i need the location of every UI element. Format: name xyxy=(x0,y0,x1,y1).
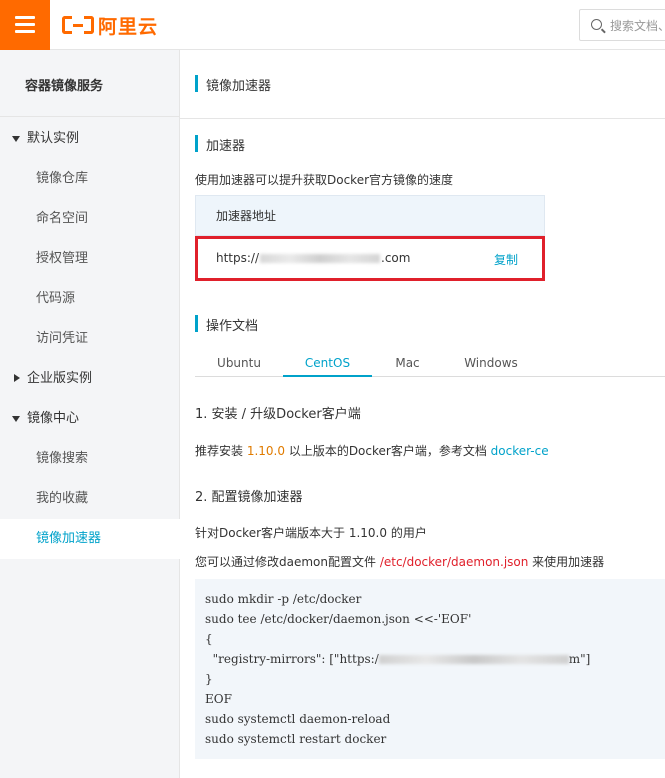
logo-text: 阿里云 xyxy=(98,15,159,38)
docker-ce-link[interactable]: docker-ce xyxy=(491,444,549,458)
code-line: sudo mkdir -p /etc/docker xyxy=(205,592,362,606)
caret-right-icon xyxy=(14,374,20,382)
sidebar-item-authorization[interactable]: 授权管理 xyxy=(0,239,180,279)
sidebar-item-label: 默认实例 xyxy=(27,131,80,146)
code-line-mirror: "registry-mirrors": ["https:/ m"] xyxy=(205,649,665,669)
accelerator-section-title: 加速器 xyxy=(195,135,245,154)
search-input[interactable] xyxy=(610,16,665,36)
accelerator-url[interactable]: https:// .com xyxy=(216,251,410,265)
sidebar-item-namespaces[interactable]: 命名空间 xyxy=(0,199,180,239)
step2-line2: 您可以通过修改daemon配置文件 /etc/docker/daemon.jso… xyxy=(195,553,604,570)
sidebar-item-label: 企业版实例 xyxy=(27,371,93,386)
step1-text-a: 推荐安装 xyxy=(195,444,247,458)
aliyun-logo-icon xyxy=(62,14,94,36)
daemon-json-path: /etc/docker/daemon.json xyxy=(379,555,529,569)
sidebar-item-label: 我的收藏 xyxy=(36,491,89,506)
sidebar-item-label: 访问凭证 xyxy=(36,331,89,346)
sidebar-item-label: 授权管理 xyxy=(36,251,89,266)
tab-centos[interactable]: CentOS xyxy=(283,350,372,377)
code-mirror-suffix: m"] xyxy=(568,652,591,666)
step2-line1: 针对Docker客户端版本大于 1.10.0 的用户 xyxy=(195,526,427,540)
sidebar-item-image-accelerator[interactable]: 镜像加速器 xyxy=(0,519,180,559)
step2-line2-a: 您可以通过修改daemon配置文件 xyxy=(195,555,380,569)
docs-section-title: 操作文档 xyxy=(195,315,258,334)
caret-down-icon xyxy=(12,136,20,142)
sidebar: 容器镜像服务 默认实例 镜像仓库 命名空间 授权管理 代码源 访问凭证 企业版实… xyxy=(0,50,180,778)
sidebar-item-label: 镜像加速器 xyxy=(36,531,102,546)
code-line: sudo systemctl restart docker xyxy=(205,732,387,746)
main-content: 镜像加速器 加速器 使用加速器可以提升获取Docker官方镜像的速度 加速器地址… xyxy=(180,50,665,778)
redacted-text xyxy=(260,254,381,263)
code-line: } xyxy=(205,672,213,686)
code-line: sudo tee /etc/docker/daemon.json <<-'EOF… xyxy=(205,612,472,626)
sidebar-item-label: 镜像仓库 xyxy=(36,171,89,186)
sidebar-item-repositories[interactable]: 镜像仓库 xyxy=(0,159,180,199)
accelerator-address-header: 加速器地址 xyxy=(196,196,544,236)
code-line: sudo systemctl daemon-reload xyxy=(205,712,391,726)
url-suffix: .com xyxy=(381,251,411,265)
caret-down-icon xyxy=(12,416,20,422)
sidebar-title: 容器镜像服务 xyxy=(25,79,104,94)
page-title: 镜像加速器 xyxy=(195,75,271,94)
sidebar-item-favorites[interactable]: 我的收藏 xyxy=(0,479,180,519)
search-box[interactable] xyxy=(579,9,665,41)
tab-ubuntu[interactable]: Ubuntu xyxy=(195,350,283,377)
menu-button[interactable] xyxy=(0,0,50,50)
tab-windows[interactable]: Windows xyxy=(443,350,539,377)
code-line: { xyxy=(205,632,213,646)
accelerator-address-row: https:// .com 复制 xyxy=(195,236,545,281)
sidebar-group-enterprise-instance[interactable]: 企业版实例 xyxy=(0,359,180,399)
sidebar-item-access-credentials[interactable]: 访问凭证 xyxy=(0,319,180,359)
page-header: 镜像加速器 xyxy=(180,50,665,119)
top-bar: 阿里云 xyxy=(0,0,665,50)
aliyun-logo[interactable]: 阿里云 xyxy=(62,13,159,38)
step1-text-b: 以上版本的Docker客户端，参考文档 xyxy=(285,444,491,458)
sidebar-item-label: 代码源 xyxy=(36,291,76,306)
sidebar-divider xyxy=(0,116,180,117)
version-number: 1.10.0 xyxy=(246,444,285,458)
step1-title: 1. 安装 / 升级Docker客户端 xyxy=(195,407,361,422)
code-line: EOF xyxy=(205,692,232,706)
search-icon xyxy=(591,19,602,30)
step1-text: 推荐安装 1.10.0 以上版本的Docker客户端，参考文档 docker-c… xyxy=(195,442,549,459)
sidebar-item-label: 命名空间 xyxy=(36,211,89,226)
tab-mac[interactable]: Mac xyxy=(372,350,443,377)
copy-button[interactable]: 复制 xyxy=(494,251,518,268)
redacted-text xyxy=(378,655,569,664)
sidebar-item-code-source[interactable]: 代码源 xyxy=(0,279,180,319)
step2-title: 2. 配置镜像加速器 xyxy=(195,490,303,505)
accelerator-description: 使用加速器可以提升获取Docker官方镜像的速度 xyxy=(195,173,454,187)
sidebar-item-label: 镜像中心 xyxy=(27,411,80,426)
sidebar-item-image-search[interactable]: 镜像搜索 xyxy=(0,439,180,479)
os-tabs: Ubuntu CentOS Mac Windows xyxy=(195,350,665,377)
url-prefix: https:// xyxy=(216,251,260,265)
code-block[interactable]: sudo mkdir -p /etc/docker sudo tee /etc/… xyxy=(195,579,665,759)
sidebar-group-default-instance[interactable]: 默认实例 xyxy=(0,119,180,159)
step2-line2-b: 来使用加速器 xyxy=(528,555,605,569)
sidebar-item-label: 镜像搜索 xyxy=(36,451,89,466)
code-mirror-prefix: "registry-mirrors": ["https:/ xyxy=(205,652,379,666)
sidebar-group-image-center[interactable]: 镜像中心 xyxy=(0,399,180,439)
